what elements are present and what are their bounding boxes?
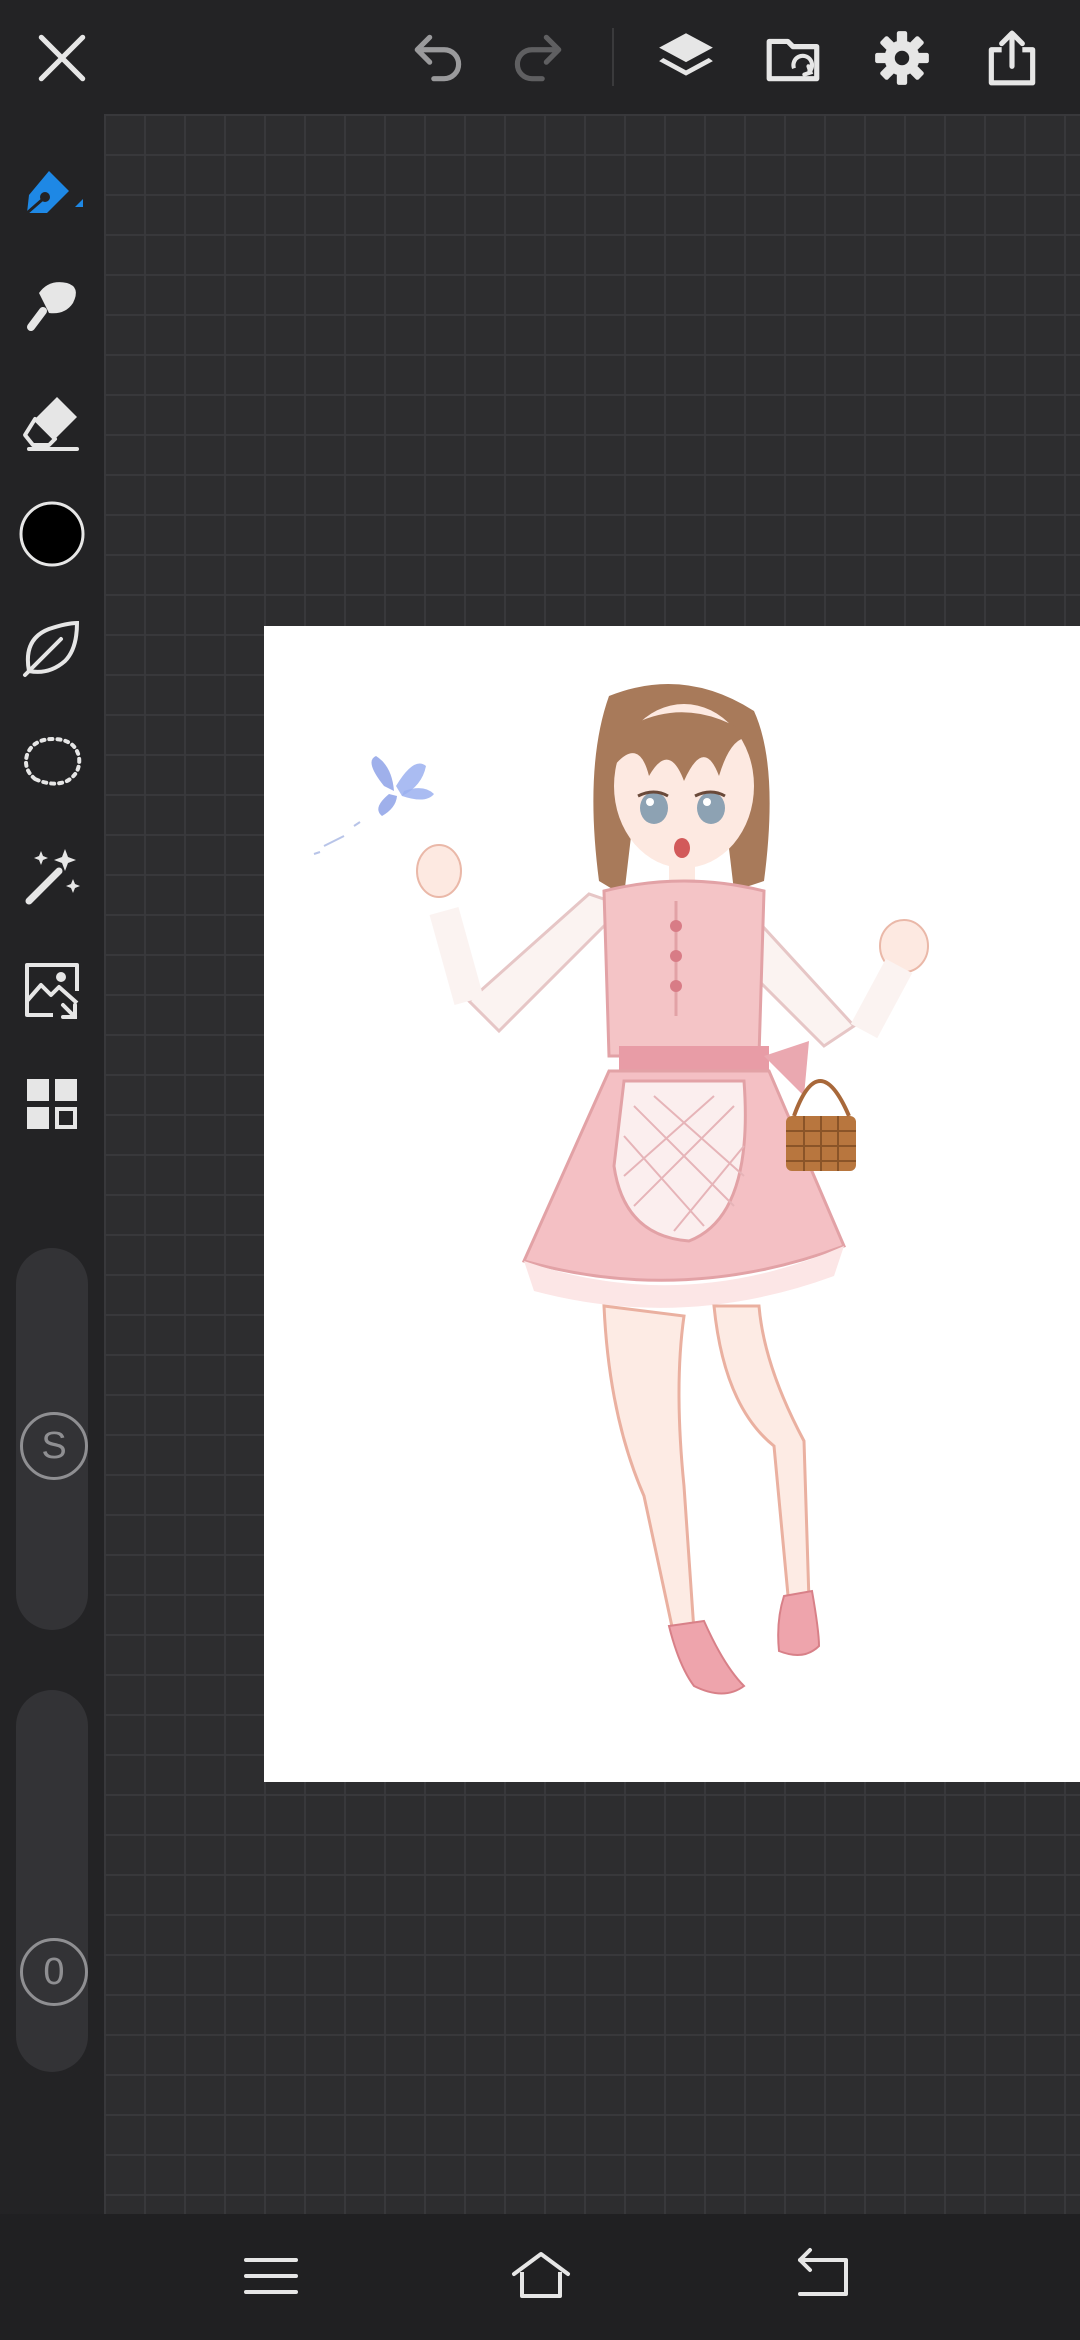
redo-button[interactable] [496, 18, 576, 98]
back-icon [798, 2248, 848, 2296]
share-button[interactable] [972, 18, 1052, 98]
pen-icon [26, 171, 83, 215]
magic-wand-icon [25, 849, 80, 905]
drawing-canvas[interactable] [264, 626, 1080, 1782]
toolbar-divider [612, 28, 614, 86]
opacity-slider[interactable]: 0 [16, 1690, 88, 2072]
eraser-tool[interactable] [12, 382, 92, 462]
pen-tool[interactable] [12, 150, 92, 230]
grid-panels-tool[interactable] [12, 1064, 92, 1144]
layers-icon [659, 33, 713, 76]
settings-button[interactable] [862, 18, 942, 98]
drawing-app: S 0 [0, 0, 1080, 2340]
gallery-folder-icon [766, 38, 820, 82]
butterfly-drawing [313, 756, 434, 855]
lasso-selection-icon [24, 736, 82, 786]
color-swatch-icon [19, 501, 85, 567]
gallery-button[interactable] [754, 18, 834, 98]
brush-size-knob[interactable]: S [20, 1412, 88, 1480]
menu-icon [244, 2258, 298, 2294]
redo-icon [514, 34, 562, 82]
color-swatch[interactable] [12, 494, 92, 574]
magic-wand-tool[interactable] [12, 836, 92, 916]
android-navigation-bar [0, 2214, 1080, 2340]
close-icon [38, 34, 86, 82]
lasso-selection-tool[interactable] [12, 722, 92, 802]
smudge-tool[interactable] [12, 266, 92, 346]
settings-icon [875, 31, 929, 85]
top-toolbar [0, 0, 1080, 114]
image-transform-icon [25, 963, 79, 1019]
share-icon [988, 30, 1036, 86]
back-button[interactable] [778, 2236, 868, 2316]
canvas-workspace[interactable] [104, 114, 1080, 2214]
home-button[interactable] [496, 2236, 586, 2316]
image-transform-tool[interactable] [12, 950, 92, 1030]
grid-panels-icon [27, 1079, 77, 1129]
brush-size-slider[interactable]: S [16, 1248, 88, 1630]
recent-apps-button[interactable] [226, 2236, 316, 2316]
leaf-brush-tool[interactable] [12, 608, 92, 688]
opacity-knob[interactable]: 0 [20, 1938, 88, 2006]
close-button[interactable] [22, 18, 102, 98]
layers-button[interactable] [646, 18, 726, 98]
artwork-illustration [313, 684, 929, 1695]
undo-icon [414, 34, 462, 82]
undo-button[interactable] [400, 18, 480, 98]
smudge-icon [27, 282, 76, 331]
eraser-icon [23, 397, 79, 451]
home-icon [512, 2252, 570, 2298]
leaf-brush-icon [23, 620, 80, 677]
